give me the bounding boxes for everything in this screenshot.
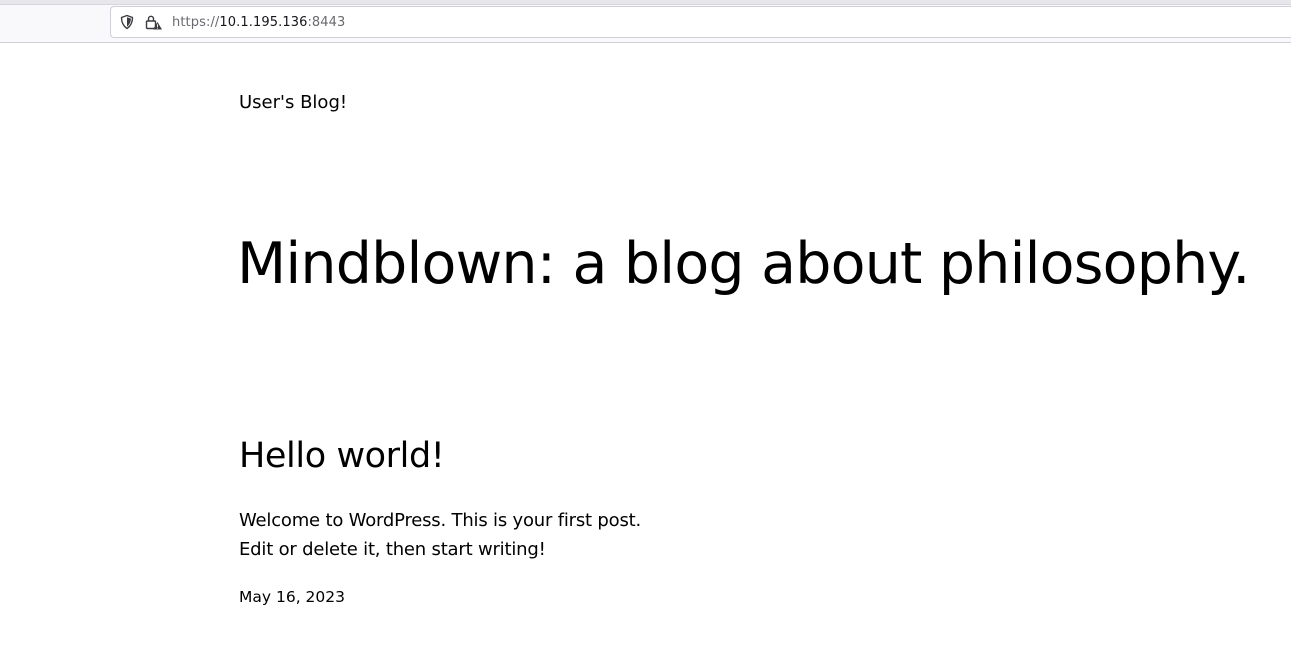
- url-port: :8443: [307, 15, 346, 30]
- post-title-link[interactable]: Hello world!: [239, 436, 445, 476]
- post-date-link[interactable]: May 16, 2023: [239, 588, 345, 606]
- tab-strip-edge: [0, 0, 1291, 5]
- url-scheme: https://: [172, 15, 220, 30]
- lock-warning-icon[interactable]: [145, 14, 162, 30]
- site-tagline: Mindblown: a blog about philosophy.: [237, 231, 1250, 297]
- shield-icon[interactable]: [119, 14, 135, 30]
- address-bar[interactable]: https://10.1.195.136:8443: [110, 6, 1291, 38]
- post-paragraph: Edit or delete it, then start writing!: [239, 539, 546, 560]
- url-text[interactable]: https://10.1.195.136:8443: [172, 15, 345, 30]
- browser-toolbar: https://10.1.195.136:8443: [0, 0, 1291, 43]
- site-title-link[interactable]: User's Blog!: [239, 92, 347, 113]
- url-host: 10.1.195.136: [219, 15, 308, 30]
- page-content: User's Blog! Mindblown: a blog about phi…: [0, 43, 1291, 667]
- post-paragraph: Welcome to WordPress. This is your first…: [239, 510, 642, 531]
- post-content: Welcome to WordPress. This is your first…: [239, 506, 641, 564]
